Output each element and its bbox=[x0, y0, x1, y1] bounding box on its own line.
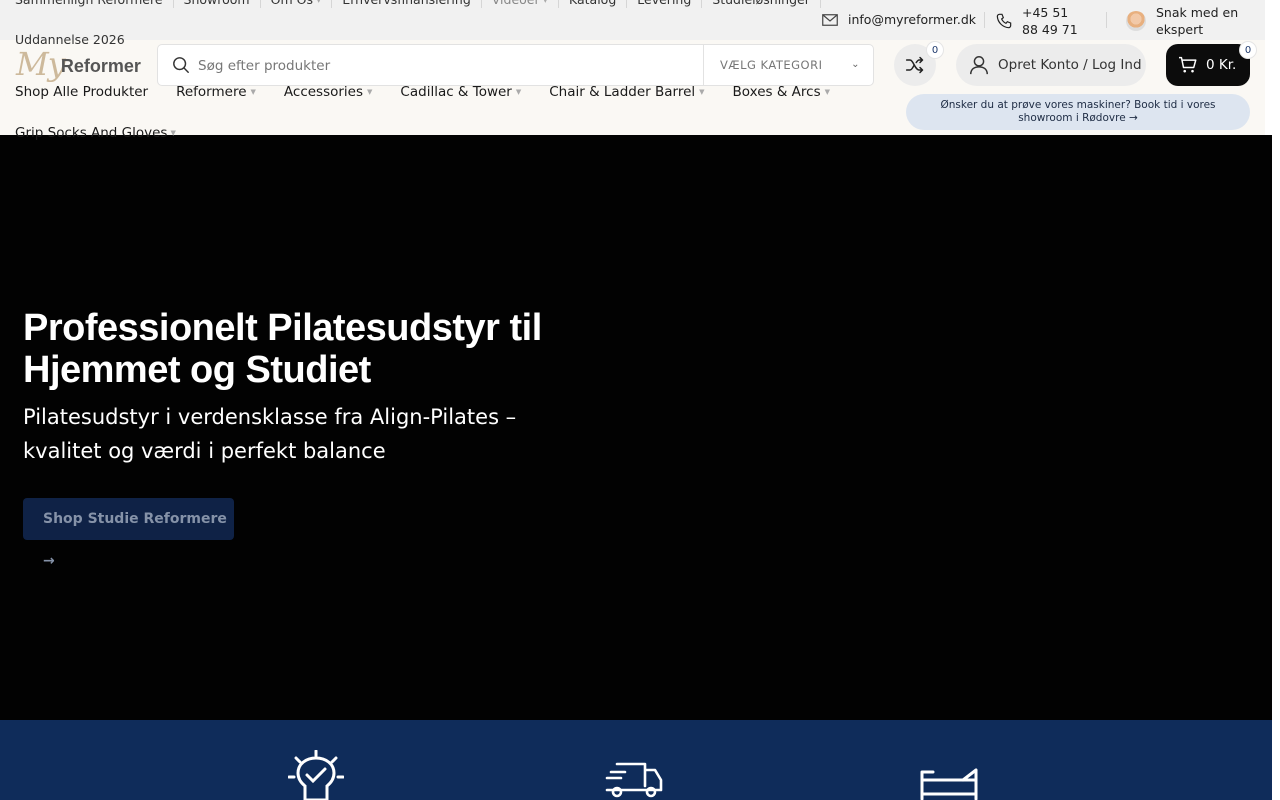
top-nav-item-delivery[interactable]: Levering bbox=[627, 0, 703, 8]
top-nav-item-studio[interactable]: Studieløsninger bbox=[702, 0, 821, 8]
top-nav-label: Sammenlign Reformere bbox=[15, 0, 163, 8]
contact-expert[interactable]: Snak med en ekspert bbox=[1126, 4, 1246, 38]
hero-banner: Professionelt Pilatesudstyr til Hjemmet … bbox=[0, 135, 1272, 720]
top-nav-label: Studieløsninger bbox=[712, 0, 810, 8]
cart-total: 0 Kr. bbox=[1206, 57, 1237, 73]
nav-label: Shop Alle Produkter bbox=[15, 84, 149, 100]
search-icon[interactable] bbox=[172, 56, 190, 74]
showroom-promo-link[interactable]: Ønsker du at prøve vores maskiner? Book … bbox=[906, 94, 1250, 130]
nav-item-accessories[interactable]: Accessories ▼ bbox=[284, 84, 373, 100]
divider bbox=[984, 12, 985, 28]
nav-label: Boxes & Arcs bbox=[732, 84, 821, 100]
delivery-truck-icon bbox=[605, 762, 663, 798]
nav-item-chair-ladder[interactable]: Chair & Ladder Barrel ▼ bbox=[549, 84, 704, 100]
top-nav-label: Showroom bbox=[184, 0, 250, 8]
shop-studio-reformers-button[interactable]: Shop Studie Reformere → bbox=[23, 498, 234, 569]
shuffle-icon bbox=[905, 56, 924, 74]
chevron-down-icon: ▼ bbox=[250, 88, 256, 96]
top-nav: Sammenlign Reformere Showroom Om Os▼ Erh… bbox=[15, 0, 821, 8]
top-nav-label: Om Os bbox=[271, 0, 313, 8]
nav-item-boxes-arcs[interactable]: Boxes & Arcs ▼ bbox=[733, 84, 830, 100]
lightbulb-check-icon bbox=[288, 750, 344, 800]
expert-text: Snak med en ekspert bbox=[1156, 5, 1239, 37]
phone-icon bbox=[996, 13, 1012, 29]
contact-phone[interactable]: +45 51 88 49 71 bbox=[996, 4, 1082, 38]
features-strip bbox=[0, 720, 1272, 800]
top-nav-item-compare[interactable]: Sammenlign Reformere bbox=[15, 0, 174, 8]
nav-label: Chair & Ladder Barrel bbox=[549, 84, 696, 100]
nav-item-shop-all[interactable]: Shop Alle Produkter bbox=[15, 84, 148, 100]
nav-label: Accessories bbox=[283, 84, 364, 100]
logo[interactable]: My Reformer bbox=[16, 45, 141, 83]
reformer-bed-icon bbox=[920, 768, 978, 800]
account-button[interactable]: Opret Konto / Log Ind bbox=[956, 44, 1146, 86]
search-bar: VÆLG KATEGORI ⌄ bbox=[157, 44, 874, 86]
avatar bbox=[1126, 11, 1146, 31]
divider bbox=[1106, 12, 1107, 28]
top-nav-label: Katalog bbox=[569, 0, 616, 8]
chevron-down-icon: ⌄ bbox=[851, 59, 860, 70]
top-nav-item-catalog[interactable]: Katalog bbox=[559, 0, 628, 8]
email-text: info@myreformer.dk bbox=[848, 12, 977, 27]
top-nav-label: Videoer bbox=[492, 0, 540, 8]
user-icon bbox=[970, 56, 988, 75]
account-label: Opret Konto / Log Ind bbox=[998, 57, 1142, 73]
category-label: VÆLG KATEGORI bbox=[720, 58, 823, 72]
hero-subtitle: Pilatesudstyr i verdensklasse fra Align-… bbox=[23, 405, 517, 463]
logo-reformer: Reformer bbox=[60, 56, 141, 76]
main-nav: Shop Alle Produkter Reformere ▼ Accessori… bbox=[15, 84, 858, 100]
nav-item-grip-socks[interactable]: Grip Socks And Gloves ▼ bbox=[15, 125, 176, 141]
top-nav-item-showroom[interactable]: Showroom bbox=[174, 0, 261, 8]
page: Sammenlign Reformere Showroom Om Os▼ Erh… bbox=[0, 0, 1280, 800]
envelope-icon bbox=[822, 13, 838, 26]
cart-icon bbox=[1179, 56, 1197, 73]
top-nav-label: Erhvervsfinansiering bbox=[342, 0, 470, 8]
chevron-down-icon: ▼ bbox=[515, 88, 522, 96]
top-nav-item-videos[interactable]: Videoer▼ bbox=[482, 0, 560, 8]
nav-label: Grip Socks And Gloves bbox=[15, 125, 168, 141]
contact-email[interactable]: info@myreformer.dk bbox=[822, 12, 976, 27]
chevron-down-icon: ▼ bbox=[315, 0, 322, 4]
top-bar: Sammenlign Reformere Showroom Om Os▼ Erh… bbox=[0, 0, 1265, 40]
nav-label: Reformere bbox=[176, 84, 247, 100]
nav-item-cadillac-tower[interactable]: Cadillac & Tower ▼ bbox=[400, 84, 521, 100]
chevron-down-icon: ▼ bbox=[170, 129, 176, 137]
category-select[interactable]: VÆLG KATEGORI ⌄ bbox=[703, 45, 874, 85]
chevron-down-icon: ▼ bbox=[824, 88, 831, 96]
compare-count-badge: 0 bbox=[926, 41, 944, 59]
search-input[interactable] bbox=[198, 55, 698, 77]
logo-my: My bbox=[16, 45, 66, 83]
chevron-down-icon: ▼ bbox=[367, 88, 373, 96]
hero-title: Professionelt Pilatesudstyr til Hjemmet … bbox=[23, 307, 542, 391]
top-nav-label: Levering bbox=[637, 0, 691, 8]
chevron-down-icon: ▼ bbox=[542, 0, 549, 4]
top-nav-item-financing[interactable]: Erhvervsfinansiering bbox=[332, 0, 482, 8]
phone-text: +45 51 88 49 71 bbox=[1022, 5, 1078, 37]
top-nav-item-about[interactable]: Om Os▼ bbox=[261, 0, 333, 8]
cart-count-badge: 0 bbox=[1239, 41, 1257, 59]
nav-label: Cadillac & Tower bbox=[400, 84, 512, 100]
chevron-down-icon: ▼ bbox=[699, 88, 705, 96]
nav-item-reformers[interactable]: Reformere ▼ bbox=[176, 84, 256, 100]
cart-button[interactable]: 0 Kr. bbox=[1166, 44, 1250, 86]
